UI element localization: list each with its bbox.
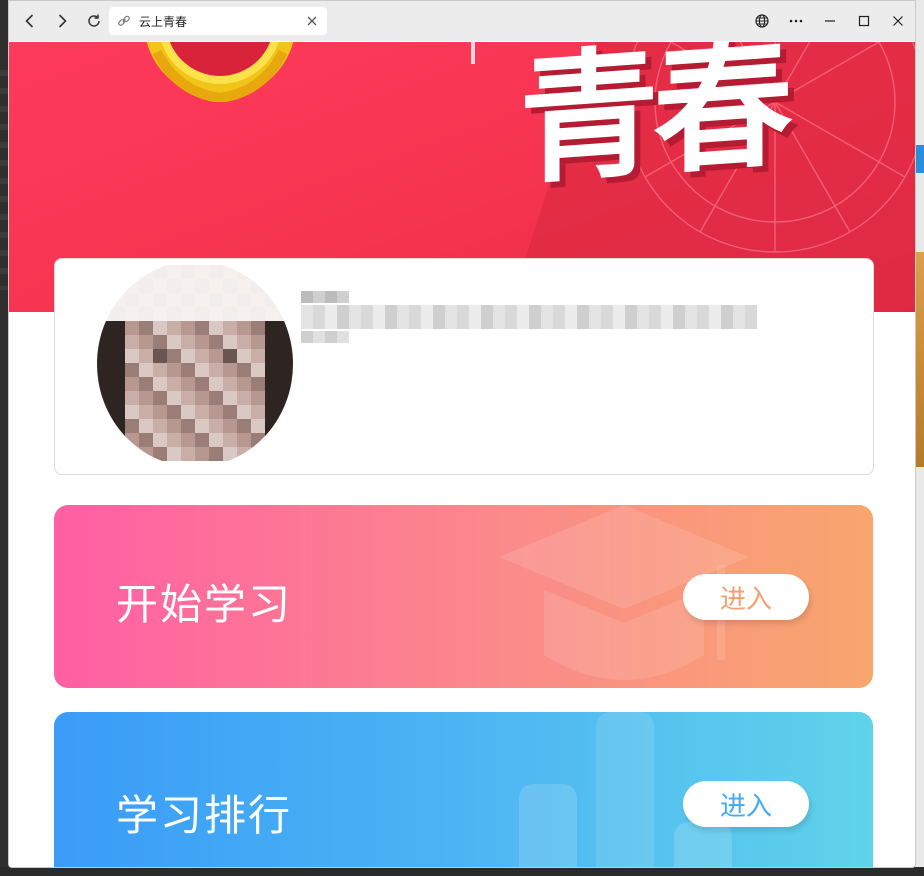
more-icon (789, 19, 803, 23)
study-ranking-enter-button[interactable]: 进入 (683, 781, 809, 827)
close-icon[interactable] (305, 14, 319, 28)
refresh-button[interactable] (78, 5, 110, 37)
globe-icon (755, 14, 769, 28)
start-study-enter-button[interactable]: 进入 (683, 574, 809, 620)
link-icon (117, 14, 131, 28)
close-window-icon (893, 16, 903, 26)
title-bar: 云上青春 (9, 1, 915, 41)
minimize-button[interactable] (813, 1, 847, 41)
forward-button[interactable] (46, 5, 78, 37)
minimize-icon (825, 20, 835, 22)
hero-title: 青春 (519, 42, 788, 205)
forward-arrow-icon (58, 14, 67, 28)
start-study-label: 开始学习 (116, 580, 293, 629)
start-study-card[interactable]: 开始学习 进入 (54, 505, 873, 688)
avatar-mosaic (97, 265, 293, 461)
tab-title: 云上青春 (139, 14, 188, 29)
study-ranking-card[interactable]: 学习排行 进入 (54, 712, 873, 867)
maximize-icon (858, 15, 870, 27)
refresh-icon (88, 14, 100, 27)
back-button[interactable] (14, 5, 46, 37)
back-arrow-icon (25, 14, 34, 28)
profile-card (54, 258, 874, 475)
globe-button[interactable] (745, 1, 779, 41)
quote-mark (471, 42, 475, 64)
study-ranking-label: 学习排行 (116, 791, 293, 840)
avatar[interactable] (97, 261, 293, 467)
more-button[interactable] (779, 1, 813, 41)
maximize-button[interactable] (847, 1, 881, 41)
page-viewport: 青春 开始学习 进入 学习排行 进入 (9, 42, 915, 867)
league-emblem (146, 42, 294, 102)
taskbar-strip (0, 867, 924, 876)
browser-tab[interactable]: 云上青春 (109, 7, 327, 35)
close-window-button[interactable] (881, 1, 915, 41)
browser-window: 云上青春 青春 开始学习 进入 学习排行 进入 (8, 0, 916, 868)
